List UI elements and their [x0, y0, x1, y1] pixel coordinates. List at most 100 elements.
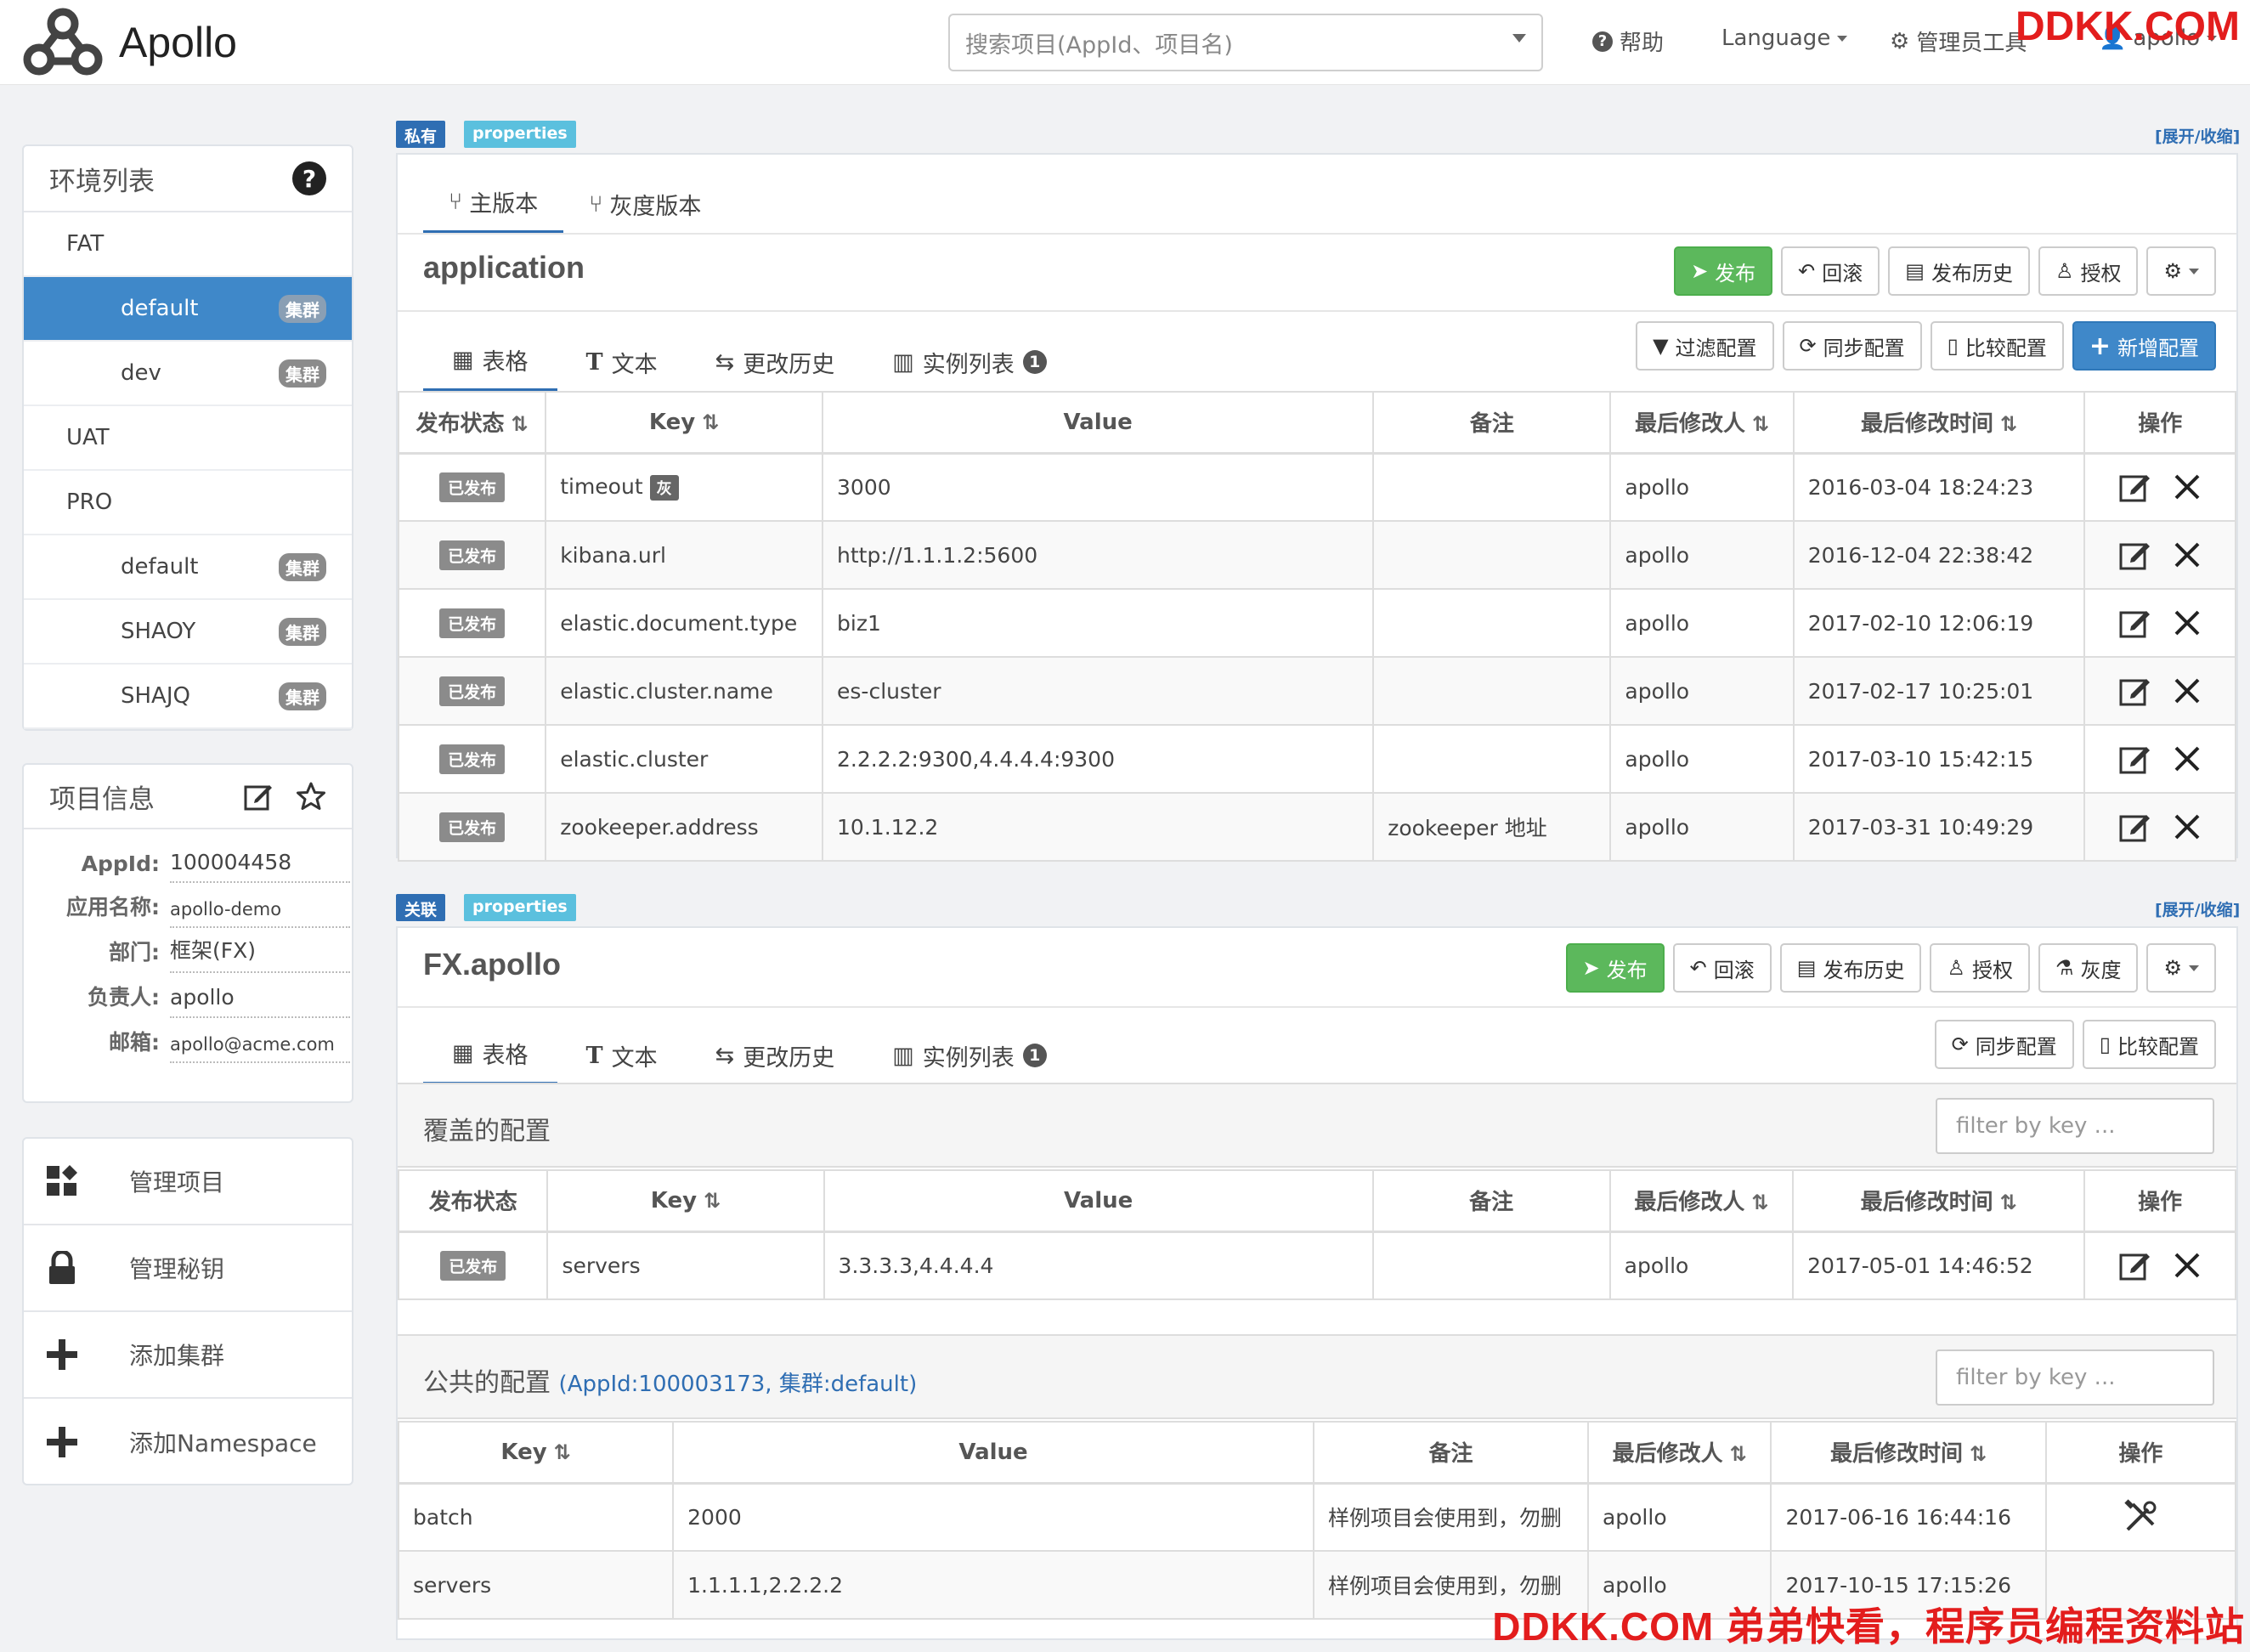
- rollback-label: 回滚: [1822, 261, 1863, 286]
- tab-instances[interactable]: ▥ 实例列表 1: [863, 343, 1076, 393]
- column-header[interactable]: 发布状态 ⇅: [397, 391, 547, 455]
- delete-icon[interactable]: [2173, 1251, 2202, 1280]
- sort-icon[interactable]: ⇅: [1751, 1191, 1768, 1214]
- compare-config-button[interactable]: ▯ 比较配置: [2082, 1020, 2216, 1069]
- column-header-label: Key: [650, 1187, 698, 1214]
- manage-secret-item[interactable]: 管理秘钥: [24, 1225, 352, 1312]
- public-config-source[interactable]: (AppId:100003173, 集群:default): [559, 1372, 918, 1397]
- sort-icon[interactable]: ⇅: [512, 412, 529, 436]
- cluster-item[interactable]: SHAOY 集群: [24, 600, 352, 665]
- cluster-label: default: [121, 554, 199, 580]
- edit-icon[interactable]: [2118, 538, 2152, 572]
- sort-icon[interactable]: ⇅: [704, 1189, 721, 1213]
- sync-config-button[interactable]: ⟳ 同步配置: [1782, 321, 1922, 371]
- tab-history[interactable]: ⇆ 更改历史: [687, 343, 864, 393]
- manage-project-item[interactable]: 管理项目: [24, 1139, 352, 1225]
- settings-dropdown-button[interactable]: ⚙: [2146, 246, 2216, 296]
- tools-icon[interactable]: [2123, 1499, 2158, 1535]
- edit-icon[interactable]: [2118, 742, 2152, 776]
- brand-logo[interactable]: Apollo: [20, 7, 237, 78]
- sort-icon[interactable]: ⇅: [702, 410, 719, 434]
- expand-collapse-link[interactable]: [展开/收缩]: [2155, 897, 2240, 920]
- sort-icon[interactable]: ⇅: [2000, 412, 2017, 436]
- settings-dropdown-button[interactable]: ⚙: [2146, 943, 2216, 993]
- delete-icon[interactable]: [2173, 676, 2202, 705]
- delete-icon[interactable]: [2173, 744, 2202, 773]
- publish-button[interactable]: ➤ 发布: [1674, 246, 1773, 296]
- delete-icon[interactable]: [2173, 540, 2202, 569]
- sort-icon[interactable]: ⇅: [1752, 412, 1769, 436]
- env-item[interactable]: UAT: [24, 406, 352, 471]
- star-icon[interactable]: [296, 781, 326, 812]
- edit-icon[interactable]: [2118, 470, 2152, 504]
- column-header[interactable]: 最后修改人 ⇅: [1608, 1169, 1795, 1233]
- delete-icon[interactable]: [2173, 812, 2202, 841]
- env-item[interactable]: FAT: [24, 212, 352, 277]
- info-label: 负责人:: [88, 985, 160, 1010]
- tab-main-version[interactable]: ⑂ 主版本: [423, 185, 564, 235]
- tab-instances[interactable]: ▥ 实例列表 1: [863, 1037, 1076, 1086]
- public-filter-input[interactable]: filter by key ...: [1936, 1349, 2214, 1406]
- delete-icon[interactable]: [2173, 608, 2202, 637]
- publish-button[interactable]: ➤ 发布: [1565, 943, 1665, 993]
- edit-icon[interactable]: [2118, 810, 2152, 844]
- env-item[interactable]: PRO: [24, 471, 352, 535]
- release-history-button[interactable]: ▤ 发布历史: [1888, 246, 2030, 296]
- undo-icon: ↶: [1798, 259, 1816, 283]
- tab-table[interactable]: ▦ 表格: [423, 343, 557, 393]
- add-namespace-item[interactable]: 添加Namespace: [24, 1399, 352, 1485]
- plus-icon: +: [2089, 331, 2111, 361]
- column-header[interactable]: 最后修改时间 ⇅: [1792, 1169, 2086, 1233]
- edit-icon[interactable]: [2118, 674, 2152, 708]
- cluster-item[interactable]: dev 集群: [24, 342, 352, 406]
- rollback-button[interactable]: ↶ 回滚: [1672, 943, 1772, 993]
- authorize-button[interactable]: ♙ 授权: [1930, 943, 2030, 993]
- admin-tools-dropdown[interactable]: ⚙ 管理员工具: [1890, 25, 2027, 57]
- tab-text[interactable]: T 文本: [557, 1037, 687, 1086]
- column-header[interactable]: 最后修改人 ⇅: [1586, 1421, 1772, 1485]
- expand-collapse-link[interactable]: [展开/收缩]: [2155, 124, 2240, 147]
- status-cell: 已发布: [397, 724, 547, 794]
- sort-icon[interactable]: ⇅: [1970, 1442, 1987, 1466]
- sort-icon[interactable]: ⇅: [2000, 1191, 2017, 1214]
- add-cluster-item[interactable]: 添加集群: [24, 1312, 352, 1399]
- gray-release-button[interactable]: ⚗ 灰度: [2038, 943, 2139, 993]
- cluster-item[interactable]: default 集群: [24, 277, 352, 342]
- column-header[interactable]: Key ⇅: [397, 1421, 675, 1485]
- column-header: Value: [822, 391, 1375, 455]
- edit-icon[interactable]: [243, 781, 274, 812]
- sort-icon[interactable]: ⇅: [1730, 1442, 1747, 1466]
- tab-text[interactable]: T 文本: [557, 343, 687, 393]
- column-header-label: 发布状态: [428, 1190, 517, 1216]
- column-header[interactable]: Key ⇅: [545, 391, 824, 455]
- question-icon[interactable]: ?: [292, 161, 326, 195]
- column-header[interactable]: Key ⇅: [546, 1169, 825, 1233]
- filter-config-button[interactable]: ▼ 过滤配置: [1636, 321, 1774, 371]
- edit-icon[interactable]: [2118, 1248, 2152, 1282]
- release-history-button[interactable]: ▤ 发布历史: [1779, 943, 1922, 993]
- chevron-down-icon: [1512, 34, 1526, 42]
- column-header[interactable]: 最后修改人 ⇅: [1609, 391, 1795, 455]
- tab-history[interactable]: ⇆ 更改历史: [687, 1037, 864, 1086]
- sync-config-button[interactable]: ⟳ 同步配置: [1934, 1020, 2074, 1069]
- language-dropdown[interactable]: Language: [1721, 25, 1848, 51]
- cluster-item[interactable]: default 集群: [24, 535, 352, 600]
- column-header[interactable]: 最后修改时间 ⇅: [1792, 391, 2086, 455]
- compare-config-button[interactable]: ▯ 比较配置: [1930, 321, 2064, 371]
- project-info-row: 邮箱: apollo@acme.com: [24, 1018, 352, 1063]
- tab-table[interactable]: ▦ 表格: [423, 1037, 557, 1086]
- cluster-item[interactable]: SHAJQ 集群: [24, 665, 352, 729]
- tab-gray-version[interactable]: ⑂ 灰度版本: [563, 185, 726, 235]
- help-link[interactable]: ? 帮助: [1592, 25, 1664, 57]
- add-config-button[interactable]: + 新增配置: [2072, 321, 2216, 371]
- authorize-button[interactable]: ♙ 授权: [2038, 246, 2139, 296]
- override-filter-input[interactable]: filter by key ...: [1936, 1098, 2214, 1154]
- delete-icon[interactable]: [2173, 472, 2202, 501]
- edit-icon[interactable]: [2118, 606, 2152, 640]
- project-search-select[interactable]: 搜索项目(AppId、项目名): [948, 14, 1543, 71]
- rollback-button[interactable]: ↶ 回滚: [1781, 246, 1880, 296]
- column-header[interactable]: 最后修改时间 ⇅: [1770, 1421, 2047, 1485]
- sort-icon[interactable]: ⇅: [554, 1440, 571, 1464]
- info-label: AppId:: [81, 851, 160, 876]
- key-cell: zookeeper.address: [545, 792, 824, 862]
